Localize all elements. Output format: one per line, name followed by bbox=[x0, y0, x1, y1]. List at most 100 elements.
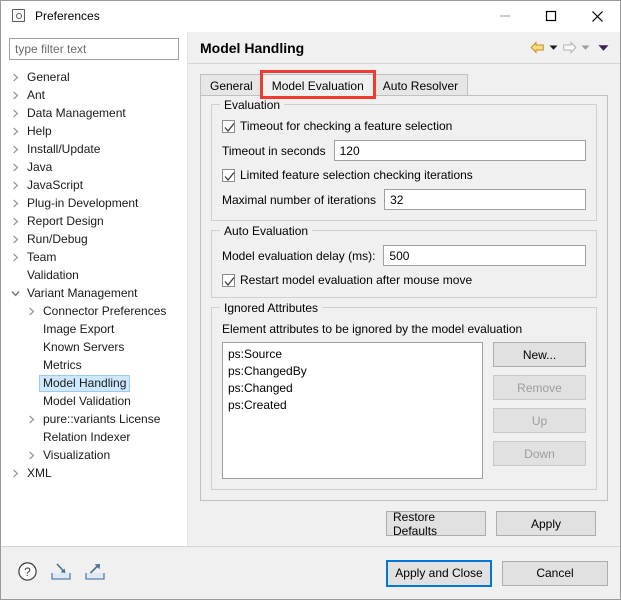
ignored-attributes-list[interactable]: ps:Source ps:ChangedBy ps:Changed ps:Create… bbox=[222, 342, 483, 479]
chevron-right-icon bbox=[7, 122, 23, 140]
tab-panel-model-evaluation: Evaluation Timeout for checking a featur… bbox=[200, 95, 608, 501]
chevron-right-icon bbox=[7, 230, 23, 248]
export-icon[interactable] bbox=[84, 561, 106, 585]
list-item[interactable]: ps:Created bbox=[223, 397, 482, 414]
title-bar: Preferences bbox=[1, 1, 620, 32]
page-content: General Model Evaluation Auto Resolver Eva… bbox=[188, 64, 620, 546]
dialog-body: General Ant Data Management Help Install/Upd… bbox=[1, 32, 620, 546]
close-icon[interactable] bbox=[574, 1, 620, 31]
sidebar-item-java[interactable]: Java bbox=[1, 158, 187, 176]
page-header: Model Handling bbox=[188, 32, 620, 64]
sidebar-item-data-management[interactable]: Data Management bbox=[1, 104, 187, 122]
new-button[interactable]: New... bbox=[493, 342, 586, 367]
sidebar-item-validation[interactable]: Validation bbox=[1, 266, 187, 284]
timeout-checkbox[interactable] bbox=[222, 119, 235, 133]
list-item[interactable]: ps:Source bbox=[223, 346, 482, 363]
sidebar-item-plug-in-development[interactable]: Plug-in Development bbox=[1, 194, 187, 212]
tab-auto-resolver[interactable]: Auto Resolver bbox=[372, 74, 469, 96]
chevron-right-icon bbox=[23, 302, 39, 320]
sidebar-item-ant[interactable]: Ant bbox=[1, 86, 187, 104]
chevron-right-icon bbox=[7, 140, 23, 158]
sidebar-item-label: Visualization bbox=[43, 448, 111, 462]
chevron-right-icon bbox=[7, 104, 23, 122]
page-nav-icons bbox=[529, 41, 610, 54]
limited-iterations-checkbox-label: Limited feature selection checking itera… bbox=[240, 168, 473, 182]
timeout-checkbox-row[interactable]: Timeout for checking a feature selection bbox=[222, 119, 586, 133]
sidebar-item-label: Model Validation bbox=[43, 394, 131, 408]
preferences-dialog: Preferences General Ant Data Management Hel… bbox=[0, 0, 621, 600]
sidebar-item-install-update[interactable]: Install/Update bbox=[1, 140, 187, 158]
apply-button[interactable]: Apply bbox=[496, 511, 596, 536]
ignored-attributes-area: ps:Source ps:ChangedBy ps:Changed ps:Create… bbox=[222, 342, 586, 479]
sidebar-item-report-design[interactable]: Report Design bbox=[1, 212, 187, 230]
search-input[interactable] bbox=[9, 38, 179, 60]
forward-dropdown-icon bbox=[580, 44, 591, 51]
auto-evaluation-group: Auto Evaluation Model evaluation delay (… bbox=[211, 224, 597, 298]
list-item[interactable]: ps:ChangedBy bbox=[223, 363, 482, 380]
sidebar-item-xml[interactable]: XML bbox=[1, 464, 187, 482]
sidebar-item-label: Data Management bbox=[27, 106, 126, 120]
view-menu-icon[interactable] bbox=[597, 44, 610, 52]
sidebar-item-visualization[interactable]: Visualization bbox=[1, 446, 187, 464]
sidebar-item-model-handling[interactable]: Model Handling bbox=[1, 374, 187, 392]
sidebar-item-label: Validation bbox=[27, 268, 79, 282]
sidebar-item-variant-management[interactable]: Variant Management bbox=[1, 284, 187, 302]
back-arrow-icon[interactable] bbox=[529, 41, 546, 54]
restart-evaluation-checkbox-label: Restart model evaluation after mouse mov… bbox=[240, 273, 473, 287]
sidebar-item-label: Ant bbox=[27, 88, 46, 102]
max-iterations-input[interactable] bbox=[384, 189, 586, 210]
sidebar-item-javascript[interactable]: JavaScript bbox=[1, 176, 187, 194]
timeout-field-label: Timeout in seconds bbox=[222, 143, 326, 158]
sidebar-item-label: Java bbox=[27, 160, 53, 174]
cancel-button[interactable]: Cancel bbox=[502, 560, 608, 586]
restart-checkbox-row[interactable]: Restart model evaluation after mouse mov… bbox=[222, 273, 586, 287]
back-dropdown-icon[interactable] bbox=[548, 44, 559, 51]
tab-model-evaluation[interactable]: Model Evaluation bbox=[261, 74, 374, 96]
list-item[interactable]: ps:Changed bbox=[223, 380, 482, 397]
maximize-icon[interactable] bbox=[528, 1, 574, 31]
chevron-right-icon bbox=[7, 86, 23, 104]
tab-general[interactable]: General bbox=[200, 74, 263, 96]
sidebar-item-label: Known Servers bbox=[43, 340, 125, 354]
sidebar-item-relation-indexer[interactable]: Relation Indexer bbox=[1, 428, 187, 446]
sidebar-item-label: Plug-in Development bbox=[27, 196, 139, 210]
preferences-tree[interactable]: General Ant Data Management Help Install/Upd… bbox=[1, 64, 187, 546]
sidebar-item-image-export[interactable]: Image Export bbox=[1, 320, 187, 338]
ignored-attributes-buttons: New... Remove Up Down bbox=[493, 342, 586, 479]
sidebar-item-model-validation[interactable]: Model Validation bbox=[1, 392, 187, 410]
sidebar-item-label: Help bbox=[27, 124, 52, 138]
up-button: Up bbox=[493, 408, 586, 433]
iterations-checkbox-row[interactable]: Limited feature selection checking itera… bbox=[222, 168, 586, 182]
limited-iterations-checkbox[interactable] bbox=[222, 168, 235, 182]
sidebar-item-connector-preferences[interactable]: Connector Preferences bbox=[1, 302, 187, 320]
sidebar-item-run-debug[interactable]: Run/Debug bbox=[1, 230, 187, 248]
help-icon[interactable]: ? bbox=[17, 561, 38, 585]
svg-text:?: ? bbox=[24, 565, 31, 579]
sidebar-item-general[interactable]: General bbox=[1, 68, 187, 86]
sidebar-item-help[interactable]: Help bbox=[1, 122, 187, 140]
evaluation-delay-label: Model evaluation delay (ms): bbox=[222, 248, 376, 263]
page-title: Model Handling bbox=[200, 39, 305, 56]
filter-container bbox=[1, 38, 187, 64]
preferences-icon bbox=[11, 8, 27, 24]
timeout-seconds-input[interactable] bbox=[333, 140, 586, 161]
restore-defaults-button[interactable]: Restore Defaults bbox=[386, 510, 486, 538]
timeout-checkbox-label: Timeout for checking a feature selection bbox=[240, 119, 453, 133]
sidebar-item-label: Connector Preferences bbox=[43, 304, 167, 318]
apply-and-close-button[interactable]: Apply and Close bbox=[386, 559, 492, 587]
tab-label: Model Evaluation bbox=[271, 78, 364, 93]
sidebar-item-metrics[interactable]: Metrics bbox=[1, 356, 187, 374]
restart-evaluation-checkbox[interactable] bbox=[222, 273, 235, 287]
sidebar-item-known-servers[interactable]: Known Servers bbox=[1, 338, 187, 356]
import-icon[interactable] bbox=[50, 561, 72, 585]
sidebar-item-pure-variants-license[interactable]: pure::variants License bbox=[1, 410, 187, 428]
evaluation-group-title: Evaluation bbox=[220, 98, 285, 112]
sidebar-item-label: Variant Management bbox=[27, 286, 138, 300]
evaluation-delay-input[interactable] bbox=[383, 245, 586, 266]
minimize-icon[interactable] bbox=[482, 1, 528, 31]
sidebar-item-team[interactable]: Team bbox=[1, 248, 187, 266]
